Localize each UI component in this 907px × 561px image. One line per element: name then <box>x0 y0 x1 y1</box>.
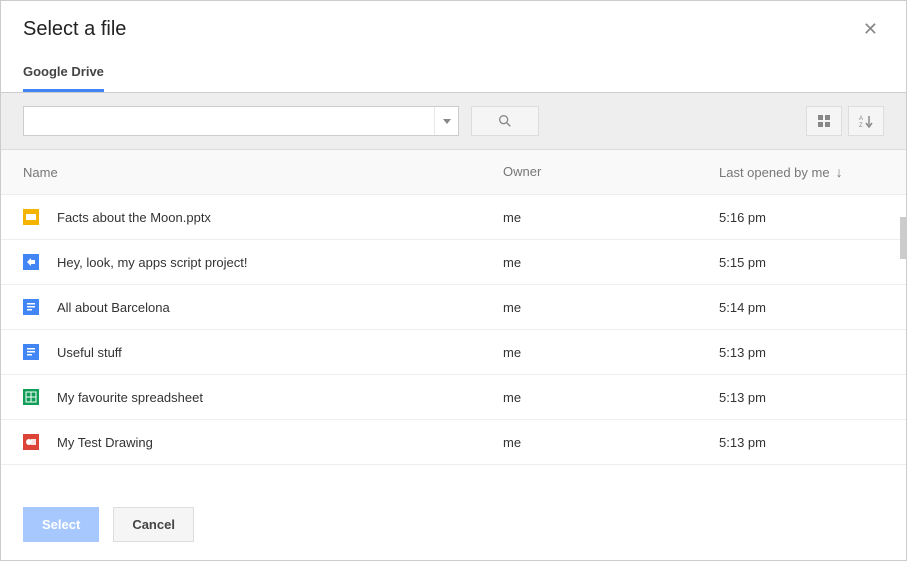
tab-google-drive[interactable]: Google Drive <box>23 54 104 92</box>
arrow-down-icon: ↓ <box>836 164 843 180</box>
file-type-icon <box>23 434 57 450</box>
table-row[interactable]: My favourite spreadsheet me5:13 pm <box>1 375 906 420</box>
file-type-icon <box>23 344 57 360</box>
table-row[interactable]: Facts about the Moon.pptx me5:16 pm <box>1 195 906 240</box>
file-name: Useful stuff <box>57 345 122 360</box>
file-name: All about Barcelona <box>57 300 170 315</box>
close-button[interactable]: ✕ <box>857 15 884 44</box>
file-name-cell: My Test Drawing <box>23 434 503 450</box>
file-name: My Test Drawing <box>57 435 153 450</box>
content: Name Owner Last opened by me ↓ Facts abo… <box>1 150 906 493</box>
file-name-cell: My favourite spreadsheet <box>23 389 503 405</box>
table-row[interactable]: All about Barcelona me5:14 pm <box>1 285 906 330</box>
file-opened: 5:13 pm <box>719 390 884 405</box>
file-owner: me <box>503 390 719 405</box>
file-list[interactable]: Facts about the Moon.pptxme5:16 pmHey, l… <box>1 195 906 493</box>
file-owner: me <box>503 345 719 360</box>
file-type-icon <box>23 254 57 270</box>
toolbar-right: A Z <box>806 106 884 136</box>
table-row[interactable]: My Test Drawing me5:13 pm <box>1 420 906 465</box>
file-opened: 5:14 pm <box>719 300 884 315</box>
file-name-cell: All about Barcelona <box>23 299 503 315</box>
caret-down-icon <box>443 119 451 124</box>
search-button[interactable] <box>471 106 539 136</box>
file-opened: 5:13 pm <box>719 345 884 360</box>
file-name: My favourite spreadsheet <box>57 390 203 405</box>
toolbar: A Z <box>1 93 906 150</box>
file-type-icon <box>23 299 57 315</box>
sort-az-icon: A Z <box>859 114 873 128</box>
table-row[interactable]: Hey, look, my apps script project! me5:15… <box>1 240 906 285</box>
svg-text:A: A <box>859 116 863 122</box>
file-name-cell: Hey, look, my apps script project! <box>23 254 503 270</box>
cancel-button[interactable]: Cancel <box>113 507 194 542</box>
file-opened: 5:13 pm <box>719 435 884 450</box>
file-name-cell: Facts about the Moon.pptx <box>23 209 503 225</box>
svg-text:Z: Z <box>859 123 863 128</box>
col-header-owner[interactable]: Owner <box>503 164 719 180</box>
search-box <box>23 106 459 136</box>
file-name: Hey, look, my apps script project! <box>57 255 248 270</box>
file-name: Facts about the Moon.pptx <box>57 210 211 225</box>
sort-button[interactable]: A Z <box>848 106 884 136</box>
select-button[interactable]: Select <box>23 507 99 542</box>
toolbar-left <box>23 106 539 136</box>
file-owner: me <box>503 435 719 450</box>
col-header-name[interactable]: Name <box>23 164 503 180</box>
grid-view-button[interactable] <box>806 106 842 136</box>
file-name-cell: Useful stuff <box>23 344 503 360</box>
file-owner: me <box>503 255 719 270</box>
file-owner: me <box>503 300 719 315</box>
search-icon <box>497 113 513 129</box>
footer: Select Cancel <box>1 493 906 560</box>
col-header-opened[interactable]: Last opened by me ↓ <box>719 164 884 180</box>
dialog-header: Select a file ✕ <box>1 1 906 54</box>
file-picker-dialog: Select a file ✕ Google Drive <box>0 0 907 561</box>
search-input[interactable] <box>24 107 434 135</box>
file-type-icon <box>23 209 57 225</box>
file-owner: me <box>503 210 719 225</box>
close-icon: ✕ <box>863 19 878 39</box>
table-row[interactable]: Useful stuff me5:13 pm <box>1 330 906 375</box>
tabs: Google Drive <box>1 54 906 93</box>
file-opened: 5:16 pm <box>719 210 884 225</box>
dialog-title: Select a file <box>23 18 126 41</box>
file-type-icon <box>23 389 57 405</box>
search-dropdown-button[interactable] <box>434 107 458 135</box>
grid-icon <box>817 114 831 128</box>
col-header-opened-label: Last opened by me <box>719 165 830 180</box>
scrollbar-thumb[interactable] <box>900 217 906 259</box>
table-header: Name Owner Last opened by me ↓ <box>1 150 906 195</box>
file-opened: 5:15 pm <box>719 255 884 270</box>
